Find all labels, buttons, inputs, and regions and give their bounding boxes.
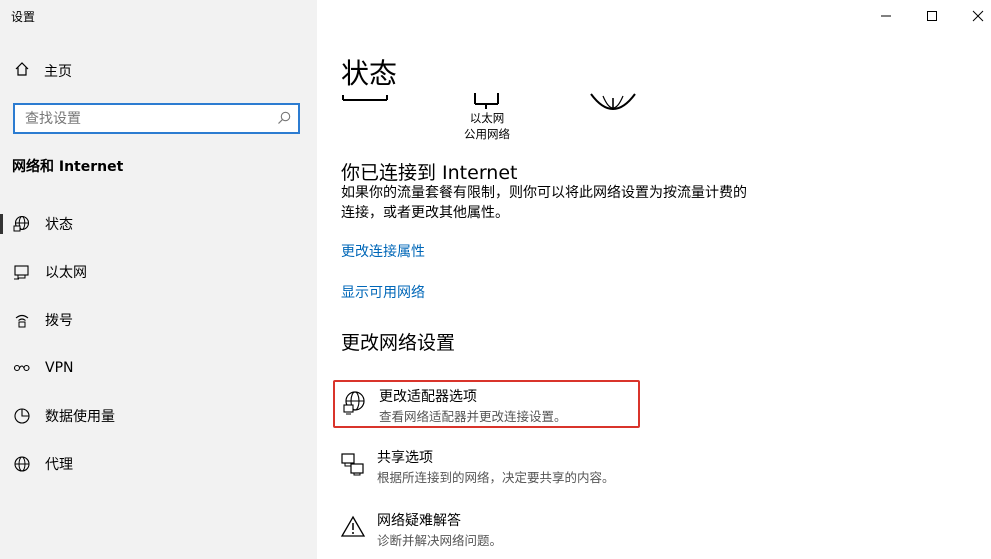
sharing-options[interactable]: 共享选项 根据所连接到的网络，决定要共享的内容。 xyxy=(333,443,640,491)
vpn-icon xyxy=(12,358,32,378)
network-type: 公用网络 xyxy=(464,127,510,141)
network-name: 以太网 xyxy=(469,111,505,125)
search-box[interactable] xyxy=(13,103,300,134)
maximize-button[interactable] xyxy=(909,0,955,32)
option-title: 网络疑难解答 xyxy=(377,513,461,529)
option-subtitle: 查看网络适配器并更改连接设置。 xyxy=(379,409,567,424)
sidebar-item-vpn[interactable]: VPN xyxy=(0,344,317,392)
change-connection-properties-link[interactable]: 更改连接属性 xyxy=(341,241,425,261)
option-subtitle: 诊断并解决网络问题。 xyxy=(377,533,503,548)
adapter-globe-icon xyxy=(342,390,368,416)
section-title: 网络和 Internet xyxy=(12,159,124,175)
sidebar-item-ethernet[interactable]: 以太网 xyxy=(0,248,317,296)
sidebar-item-label: VPN xyxy=(45,360,74,376)
maximize-icon xyxy=(926,7,938,26)
connected-description: 如果你的流量套餐有限制，则你可以将此网络设置为按流量计费的连接，或者更改其他属性… xyxy=(341,185,747,221)
connected-heading: 你已连接到 Internet xyxy=(341,162,518,184)
ethernet-connector-icon xyxy=(474,93,499,109)
sidebar-item-label: 状态 xyxy=(45,217,73,233)
sidebar-nav: 状态 以太网 拨号 VPN 数据使用量 代理 xyxy=(0,200,317,488)
sidebar-item-proxy[interactable]: 代理 xyxy=(0,440,317,488)
change-adapter-options[interactable]: 更改适配器选项 查看网络适配器并更改连接设置。 xyxy=(333,380,640,428)
network-troubleshooter[interactable]: 网络疑难解答 诊断并解决网络问题。 xyxy=(333,506,640,554)
search-icon[interactable] xyxy=(276,110,292,130)
change-network-settings-heading: 更改网络设置 xyxy=(341,332,456,354)
close-icon xyxy=(972,7,984,26)
data-usage-icon xyxy=(12,406,32,426)
sidebar-item-label: 以太网 xyxy=(45,265,87,281)
window-title: 设置 xyxy=(11,10,36,24)
sidebar-item-data-usage[interactable]: 数据使用量 xyxy=(0,392,317,440)
status-globe-icon xyxy=(12,214,32,234)
home-nav-item[interactable]: 主页 xyxy=(14,61,72,81)
page-title: 状态 xyxy=(341,57,398,90)
main-content: 状态 以太网 公用网络 你已连接到 Internet 如果你的流量套餐有限制，则… xyxy=(317,0,991,559)
sidebar-item-status[interactable]: 状态 xyxy=(0,200,317,248)
sidebar-item-label: 代理 xyxy=(45,457,73,473)
sidebar-item-label: 拨号 xyxy=(45,313,73,329)
sidebar-item-label: 数据使用量 xyxy=(45,409,115,425)
close-button[interactable] xyxy=(955,0,991,32)
home-label: 主页 xyxy=(44,64,72,80)
search-input[interactable] xyxy=(15,105,265,132)
home-icon xyxy=(14,61,30,81)
option-title: 更改适配器选项 xyxy=(379,389,477,405)
sidebar-item-dialup[interactable]: 拨号 xyxy=(0,296,317,344)
option-title: 共享选项 xyxy=(377,450,433,466)
minimize-icon xyxy=(880,7,892,26)
dialup-icon xyxy=(12,310,32,330)
option-subtitle: 根据所连接到的网络，决定要共享的内容。 xyxy=(377,470,615,485)
ethernet-icon xyxy=(12,262,32,282)
proxy-globe-icon xyxy=(12,454,32,474)
minimize-button[interactable] xyxy=(863,0,909,32)
show-available-networks-link[interactable]: 显示可用网络 xyxy=(341,282,425,302)
warning-icon xyxy=(340,514,366,540)
sidebar: 设置 主页 网络和 Internet 状态 以太网 xyxy=(0,0,317,559)
sharing-icon xyxy=(340,451,366,477)
